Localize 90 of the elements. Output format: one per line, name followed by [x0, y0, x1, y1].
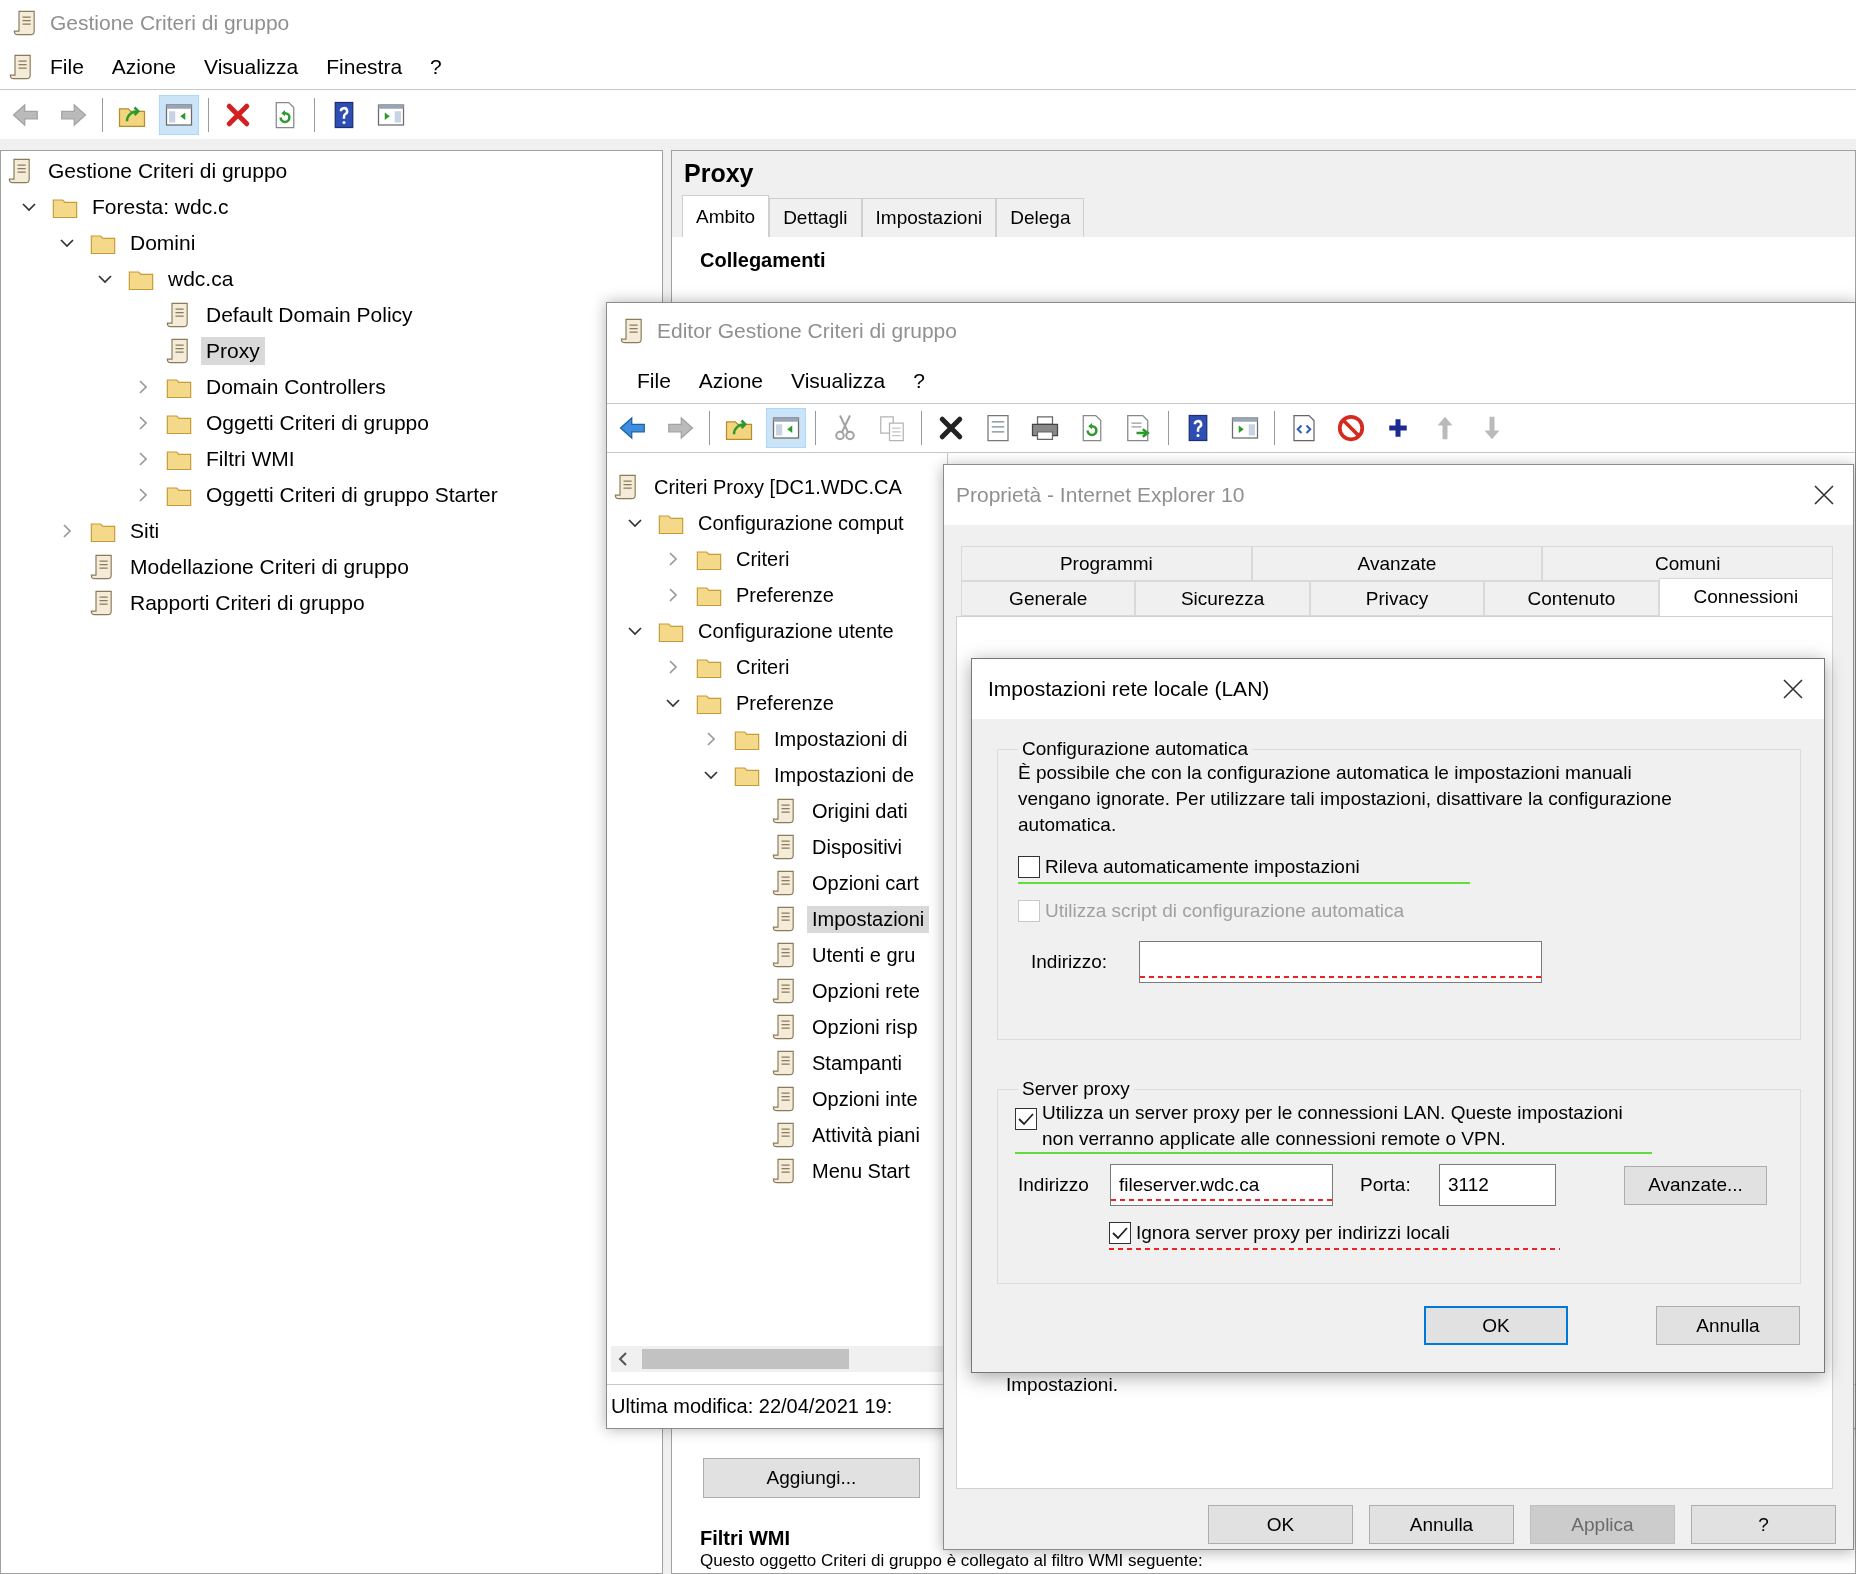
- tree-item[interactable]: Preferenze: [731, 689, 839, 717]
- horizontal-scrollbar[interactable]: [611, 1346, 944, 1372]
- checkbox-label: Ignora server proxy per indirizzi locali: [1136, 1222, 1450, 1244]
- tab[interactable]: Sicurezza: [1135, 581, 1310, 616]
- field-label: Porta:: [1360, 1174, 1412, 1196]
- tree-item[interactable]: Foresta: wdc.c: [87, 193, 234, 221]
- tree-item[interactable]: Criteri: [731, 653, 795, 681]
- pane-toggle-icon[interactable]: [159, 94, 199, 135]
- dialog-button[interactable]: OK: [1208, 1505, 1353, 1544]
- tree-item[interactable]: Domain Controllers: [201, 373, 391, 401]
- tree-item[interactable]: Oggetti Criteri di gruppo: [201, 409, 434, 437]
- tree-item[interactable]: Opzioni rete: [807, 977, 925, 1005]
- group-label: Server proxy: [1021, 1078, 1131, 1100]
- tree-item[interactable]: Attività piani: [807, 1121, 925, 1149]
- tree-item[interactable]: Preferenze: [731, 581, 839, 609]
- checkbox-label: Utilizza un server proxy per le connessioni LAN. Queste impostazioni non verranno applicate alle connessioni remote o VPN.: [1042, 1101, 1624, 1151]
- tab[interactable]: Privacy: [1309, 581, 1485, 616]
- tree-item[interactable]: Proxy: [201, 337, 265, 365]
- tree-item[interactable]: Impostazioni: [807, 905, 930, 933]
- port-field[interactable]: 3112: [1439, 1164, 1556, 1206]
- tree-item[interactable]: Utenti e gru: [807, 941, 921, 969]
- window-title: Gestione Criteri di gruppo: [50, 10, 290, 35]
- tree-item[interactable]: Default Domain Policy: [201, 301, 418, 329]
- tab[interactable]: Delega: [996, 198, 1085, 237]
- tree-item[interactable]: Stampanti: [807, 1049, 908, 1077]
- tab[interactable]: Contenuto: [1484, 581, 1659, 616]
- tab[interactable]: Impostazioni: [861, 198, 997, 237]
- tree-item[interactable]: Impostazioni de: [769, 761, 920, 789]
- add-button[interactable]: Aggiungi...: [703, 1458, 920, 1498]
- tab[interactable]: Dettagli: [769, 198, 862, 237]
- tree-item[interactable]: Opzioni inte: [807, 1085, 923, 1113]
- tree-item[interactable]: Impostazioni di: [769, 725, 913, 753]
- checkbox[interactable]: [1015, 1108, 1037, 1130]
- tab[interactable]: Programmi: [961, 546, 1252, 581]
- dialog-button[interactable]: Annulla: [1656, 1306, 1800, 1345]
- tab[interactable]: Avanzate: [1251, 546, 1543, 581]
- tab[interactable]: Connessioni: [1658, 578, 1834, 616]
- close-icon[interactable]: [1782, 678, 1804, 700]
- checkbox[interactable]: [1109, 1222, 1131, 1244]
- tree-item[interactable]: Rapporti Criteri di gruppo: [125, 589, 370, 617]
- menu-item[interactable]: ?: [416, 51, 456, 83]
- description-text: È possibile che con la configurazione automatica le impostazioni manuali vengano ignorate. Per utilizzare tali impostazioni, disattivare la configurazione automatica.: [1018, 761, 1673, 837]
- advanced-button[interactable]: Avanzate...: [1624, 1165, 1767, 1205]
- pane-toggle-icon[interactable]: [766, 408, 806, 448]
- menu-item[interactable]: Azione: [684, 365, 778, 397]
- tab[interactable]: Comuni: [1542, 546, 1833, 581]
- tree-item[interactable]: Configurazione comput: [693, 509, 909, 537]
- address-field[interactable]: [1139, 941, 1542, 983]
- tree-item[interactable]: Menu Start: [807, 1157, 915, 1185]
- menu-item[interactable]: Azione: [97, 51, 191, 83]
- menu-item[interactable]: ?: [899, 365, 939, 397]
- description-text: Questo oggetto Criteri di gruppo è collegato al filtro WMI seguente:: [700, 1551, 1203, 1571]
- tree-item[interactable]: wdc.ca: [163, 265, 239, 293]
- checkbox[interactable]: [1018, 856, 1040, 878]
- tree-item[interactable]: Opzioni risp: [807, 1013, 923, 1041]
- panel-title: Proxy: [684, 159, 755, 188]
- menu-item[interactable]: File: [36, 51, 98, 83]
- checkbox-label: Utilizza script di configurazione automatica: [1045, 900, 1405, 922]
- tree-item[interactable]: Origini dati: [807, 797, 913, 825]
- tree-item[interactable]: Gestione Criteri di gruppo: [43, 157, 293, 185]
- field-label: Indirizzo: [1018, 1174, 1090, 1196]
- checkbox-label: Rileva automaticamente impostazioni: [1045, 856, 1360, 878]
- menu-item[interactable]: Visualizza: [777, 365, 900, 397]
- section-heading: Filtri WMI: [700, 1526, 790, 1550]
- tree-item[interactable]: Criteri Proxy [DC1.WDC.CA: [649, 473, 907, 501]
- menu-item[interactable]: Finestra: [312, 51, 417, 83]
- dialog-button[interactable]: Annulla: [1369, 1505, 1514, 1544]
- tree-item[interactable]: Opzioni cart: [807, 869, 924, 897]
- tree-item[interactable]: Filtri WMI: [201, 445, 300, 473]
- window-title: Proprietà - Internet Explorer 10: [956, 483, 1245, 507]
- tree-item[interactable]: Dispositivi: [807, 833, 908, 861]
- tree-item[interactable]: Domini: [125, 229, 201, 257]
- section-heading: Collegamenti: [700, 249, 827, 272]
- close-icon[interactable]: [1813, 484, 1835, 506]
- tab[interactable]: Generale: [961, 581, 1136, 616]
- dialog-button[interactable]: ?: [1691, 1505, 1836, 1544]
- address-field[interactable]: fileserver.wdc.ca: [1110, 1164, 1333, 1206]
- tree-item[interactable]: Oggetti Criteri di gruppo Starter: [201, 481, 503, 509]
- tree-item[interactable]: Configurazione utente: [693, 617, 899, 645]
- tree-item[interactable]: Criteri: [731, 545, 795, 573]
- menu-item[interactable]: File: [623, 365, 685, 397]
- group-label: Configurazione automatica: [1021, 738, 1250, 760]
- window-title: Editor Gestione Criteri di gruppo: [657, 319, 957, 343]
- dialog-button[interactable]: OK: [1424, 1306, 1568, 1345]
- tree-item[interactable]: Modellazione Criteri di gruppo: [125, 553, 414, 581]
- tree-item[interactable]: Siti: [125, 517, 165, 545]
- menu-item[interactable]: Visualizza: [190, 51, 313, 83]
- tab[interactable]: Ambito: [682, 195, 770, 237]
- field-label: Indirizzo:: [1031, 951, 1109, 973]
- dialog-title: Impostazioni rete locale (LAN): [988, 677, 1270, 701]
